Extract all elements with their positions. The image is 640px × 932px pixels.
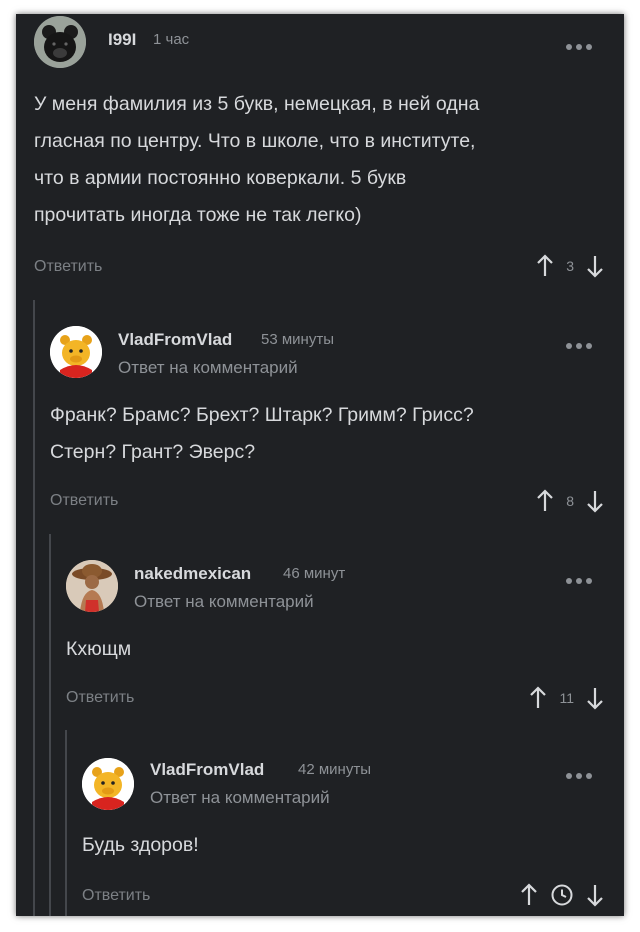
comment-text: Кхющм xyxy=(66,638,132,660)
vote-score: 11 xyxy=(559,690,574,706)
vote-score: 8 xyxy=(566,493,574,509)
more-dots-icon[interactable] xyxy=(566,37,602,50)
vote-controls: 3 xyxy=(536,251,604,281)
arrow-down-icon[interactable] xyxy=(586,686,604,710)
reply-to-link[interactable]: Ответ на комментарий xyxy=(134,592,314,612)
more-dots-icon[interactable] xyxy=(566,571,602,584)
vote-controls: 8 xyxy=(536,486,604,516)
avatar[interactable] xyxy=(66,560,118,612)
arrow-down-icon[interactable] xyxy=(586,489,604,513)
arrow-down-icon[interactable] xyxy=(586,883,604,907)
thread-line-level-3[interactable] xyxy=(65,730,67,916)
arrow-up-icon[interactable] xyxy=(536,489,554,513)
arrow-up-icon[interactable] xyxy=(520,883,538,907)
avatar[interactable] xyxy=(82,758,134,810)
comment-time: 1 час xyxy=(153,31,190,48)
reply-to-link[interactable]: Ответ на комментарий xyxy=(150,788,330,808)
vote-score: 3 xyxy=(566,258,574,274)
avatar[interactable] xyxy=(50,326,102,378)
comment-time: 42 минуты xyxy=(298,761,371,778)
comment-time: 46 минут xyxy=(283,565,346,582)
vote-controls: 11 xyxy=(529,683,604,713)
thread-line-level-1[interactable] xyxy=(33,300,35,916)
more-dots-icon[interactable] xyxy=(566,766,602,779)
comment-text: Франк? Брамс? Брехт? Штарк? Гримм? Грисс… xyxy=(50,404,474,463)
arrow-down-icon[interactable] xyxy=(586,254,604,278)
author-name[interactable]: VladFromVlad xyxy=(150,760,264,780)
comments-panel: I99I 1 час У меня фамилия из 5 букв, нем… xyxy=(16,14,624,916)
reply-button[interactable]: Ответить xyxy=(34,258,102,276)
clock-icon xyxy=(550,883,574,907)
avatar[interactable] xyxy=(34,16,86,68)
reply-button[interactable]: Ответить xyxy=(50,492,118,510)
reply-button[interactable]: Ответить xyxy=(66,689,134,707)
arrow-up-icon[interactable] xyxy=(536,254,554,278)
author-name[interactable]: I99I xyxy=(108,30,136,50)
vote-controls xyxy=(520,880,604,910)
more-dots-icon[interactable] xyxy=(566,336,602,349)
arrow-up-icon[interactable] xyxy=(529,686,547,710)
author-name[interactable]: nakedmexican xyxy=(134,564,251,584)
comment-text: У меня фамилия из 5 букв, немецкая, в не… xyxy=(34,93,480,226)
reply-button[interactable]: Ответить xyxy=(82,887,150,905)
comment-text: Будь здоров! xyxy=(82,834,199,856)
reply-to-link[interactable]: Ответ на комментарий xyxy=(118,358,298,378)
comment-time: 53 минуты xyxy=(261,331,334,348)
author-name[interactable]: VladFromVlad xyxy=(118,330,232,350)
thread-line-level-2[interactable] xyxy=(49,534,51,916)
